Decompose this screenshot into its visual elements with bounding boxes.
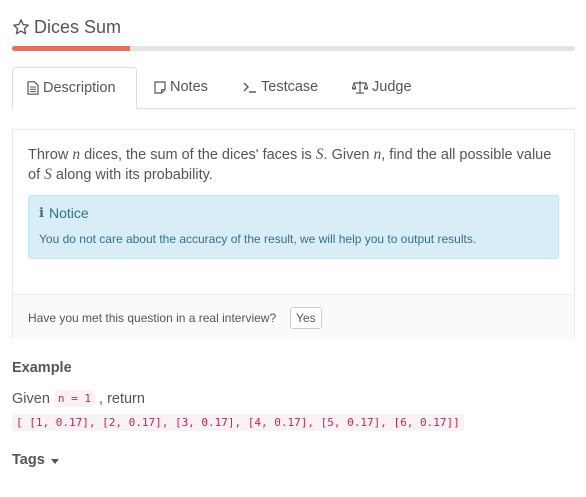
desc-text: dices, the sum of the dices' faces is	[80, 147, 316, 163]
given-code: n = 1	[53, 390, 96, 407]
interview-bar: Have you met this question in a real int…	[13, 294, 574, 339]
notice-heading-label: Notice	[48, 205, 89, 221]
notice-box: i Notice You do not care about the accur…	[28, 195, 559, 259]
notice-heading: i Notice	[39, 205, 89, 221]
star-icon[interactable]	[12, 18, 30, 36]
tab-testcase-label: Testcase	[261, 79, 319, 95]
tab-notes[interactable]: Notes	[140, 67, 222, 107]
tab-description-label: Description	[43, 80, 116, 96]
page-title: Dices Sum	[34, 16, 122, 37]
caret-down-icon	[50, 458, 59, 464]
desc-var-s: S	[315, 146, 324, 163]
tab-description[interactable]: Description	[12, 67, 137, 109]
yes-button[interactable]: Yes	[290, 307, 322, 329]
tab-judge[interactable]: Judge	[338, 67, 426, 107]
tab-notes-label: Notes	[170, 79, 208, 95]
desc-var-n: n	[72, 146, 81, 163]
return-label: , return	[99, 390, 145, 407]
terminal-icon	[243, 81, 257, 93]
desc-text: Throw	[28, 147, 73, 163]
balance-scale-icon	[352, 80, 368, 94]
file-text-icon	[27, 81, 39, 95]
example-heading: Example	[12, 360, 72, 376]
tags-label: Tags	[12, 452, 45, 468]
title-row: Dices Sum	[12, 15, 121, 39]
info-icon: i	[39, 205, 44, 221]
interview-question: Have you met this question in a real int…	[28, 311, 277, 325]
tab-bar: Description Notes Testcase Judge	[12, 67, 575, 109]
progress-fill	[12, 46, 131, 51]
progress-bar	[12, 46, 575, 51]
given-label: Given	[12, 390, 50, 407]
tab-judge-label: Judge	[372, 79, 412, 95]
notice-body: You do not care about the accuracy of th…	[39, 232, 477, 246]
result-code: [ [1, 0.17], [2, 0.17], [3, 0.17], [4, 0…	[12, 414, 464, 431]
note-icon	[154, 80, 166, 94]
desc-var-s: S	[44, 166, 52, 183]
desc-text: along with its probability.	[51, 167, 213, 183]
description-panel: Throw n dices, the sum of the dices' fac…	[12, 129, 575, 339]
problem-description: Throw n dices, the sum of the dices' fac…	[28, 145, 553, 185]
tab-testcase[interactable]: Testcase	[229, 67, 332, 107]
example-given: Given n = 1, return	[12, 390, 145, 407]
desc-text: . Given	[323, 147, 374, 163]
example-result: [ [1, 0.17], [2, 0.17], [3, 0.17], [4, 0…	[12, 413, 464, 431]
tags-toggle[interactable]: Tags	[12, 452, 59, 468]
